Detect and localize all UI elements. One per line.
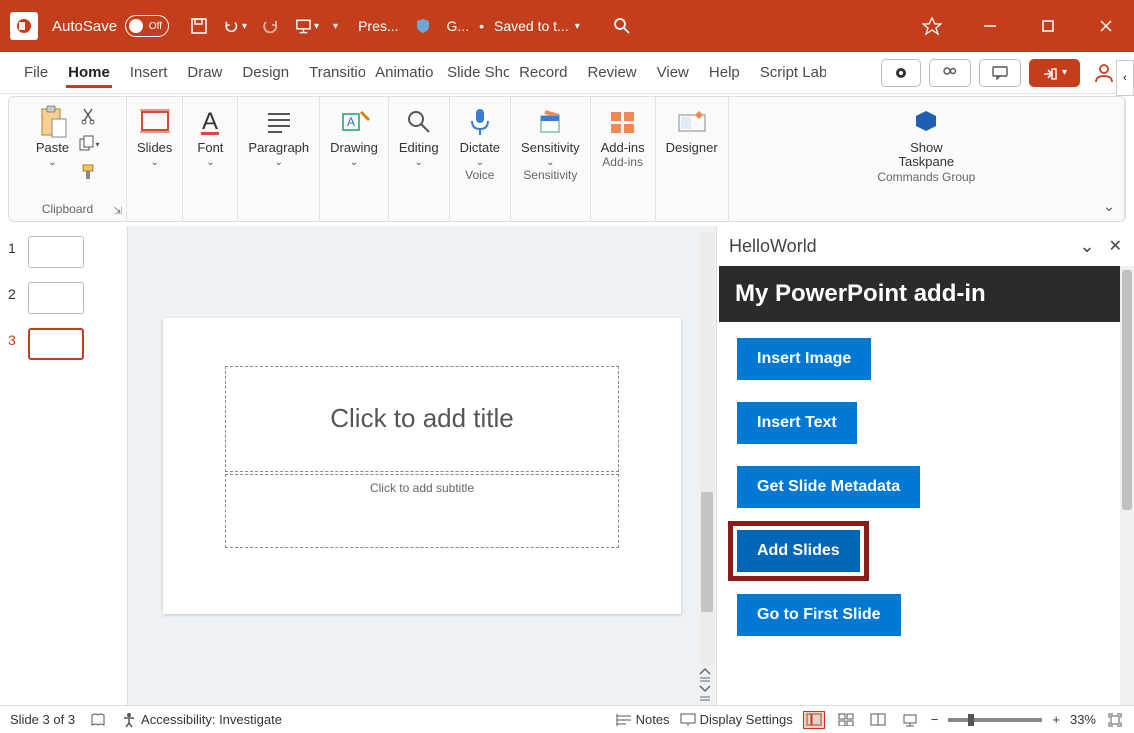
premium-icon[interactable] — [920, 14, 944, 38]
thumbnail-panel: 1 2 3 — [0, 226, 128, 705]
designer-button[interactable]: Designer — [666, 101, 718, 155]
zoom-in-icon[interactable]: + — [1052, 712, 1060, 727]
format-painter-icon[interactable] — [78, 161, 100, 183]
title-bar: AutoSave Off ▾ ▾ ▾ Pres... G... • Saved … — [0, 0, 1134, 52]
thumb-3[interactable]: 3 — [8, 328, 119, 360]
redo-icon[interactable] — [259, 14, 283, 38]
tab-help[interactable]: Help — [699, 52, 750, 94]
tab-home[interactable]: Home — [58, 52, 120, 94]
status-bar: Slide 3 of 3 Accessibility: Investigate … — [0, 705, 1134, 733]
notes-button[interactable]: Notes — [616, 712, 670, 727]
sensitivity-button[interactable]: Sensitivity⌄ — [521, 101, 580, 168]
slide-canvas[interactable]: Click to add title Click to add subtitle — [163, 318, 681, 614]
sensitivity-label: G... — [447, 18, 470, 34]
add-slides-button[interactable]: Add Slides — [737, 530, 860, 572]
maximize-button[interactable] — [1030, 8, 1066, 44]
autosave-label: AutoSave — [52, 18, 117, 35]
paragraph-button[interactable]: Paragraph⌄ — [248, 101, 309, 168]
search-icon[interactable] — [610, 14, 634, 38]
minimize-button[interactable] — [972, 8, 1008, 44]
autosave-toggle[interactable]: AutoSave Off — [52, 15, 169, 37]
comments-pill[interactable] — [979, 59, 1021, 87]
copy-icon[interactable]: ▾ — [78, 133, 100, 155]
tab-transitions[interactable]: Transitio — [299, 52, 365, 94]
saved-chevron-icon[interactable]: ▾ — [575, 21, 580, 32]
qat-more-icon[interactable]: ▾ — [333, 21, 338, 32]
taskpane-scrollbar[interactable] — [1120, 266, 1134, 705]
subtitle-placeholder[interactable]: Click to add subtitle — [225, 474, 619, 548]
display-settings-button[interactable]: Display Settings — [680, 712, 793, 727]
share-pill[interactable]: ▾ — [1029, 59, 1080, 87]
thumb-1[interactable]: 1 — [8, 236, 119, 268]
tab-slideshow[interactable]: Slide Sho — [437, 52, 509, 94]
slide-canvas-area: Click to add title Click to add subtitle — [128, 226, 716, 705]
font-button[interactable]: AFont⌄ — [193, 101, 227, 168]
teams-pill[interactable] — [929, 59, 971, 87]
shield-icon[interactable] — [411, 14, 435, 38]
taskpane-close-icon[interactable]: ✕ — [1109, 236, 1122, 257]
dot: • — [479, 18, 484, 34]
taskpane-content: My PowerPoint add-in Insert Image Insert… — [719, 266, 1120, 705]
task-pane: HelloWorld ⌄ ✕ My PowerPoint add-in Inse… — [716, 226, 1134, 705]
ribbon-tabs: File Home Insert Draw Design Transitio A… — [0, 52, 1134, 94]
zoom-out-icon[interactable]: − — [931, 712, 939, 727]
tab-scriptlab[interactable]: Script Lab — [750, 52, 826, 94]
tab-file[interactable]: File — [14, 52, 58, 94]
doc-name[interactable]: Pres... — [358, 18, 398, 34]
get-slide-metadata-button[interactable]: Get Slide Metadata — [737, 466, 920, 508]
tab-animations[interactable]: Animatio — [365, 52, 437, 94]
slides-button[interactable]: Slides⌄ — [137, 101, 172, 168]
fit-window-icon[interactable] — [1106, 711, 1124, 729]
paste-button[interactable]: Paste ⌄ — [36, 101, 70, 168]
slide-nav-arrows[interactable] — [698, 666, 712, 701]
zoom-slider[interactable] — [948, 718, 1042, 722]
insert-image-button[interactable]: Insert Image — [737, 338, 871, 380]
tab-insert[interactable]: Insert — [120, 52, 178, 94]
accessibility-button[interactable]: Accessibility: Investigate — [121, 712, 282, 728]
taskpane-title: HelloWorld — [729, 236, 817, 257]
drawing-button[interactable]: ADrawing⌄ — [330, 101, 378, 168]
addins-button[interactable]: Add-ins — [601, 101, 645, 155]
zoom-label[interactable]: 33% — [1070, 712, 1096, 727]
svg-text:A: A — [347, 115, 355, 129]
normal-view-icon[interactable] — [803, 711, 825, 729]
clipboard-launcher-icon[interactable]: ⇲ — [114, 206, 122, 217]
slideshow-view-icon[interactable] — [899, 711, 921, 729]
close-button[interactable] — [1088, 8, 1124, 44]
ribbon: Paste ⌄ ▾ Clipboard ⇲ Slides⌄ AFont⌄ Par… — [8, 96, 1126, 222]
addin-title: My PowerPoint add-in — [719, 266, 1120, 322]
present-icon[interactable]: ▾ — [295, 14, 319, 38]
saved-status[interactable]: Saved to t... — [494, 18, 569, 34]
sorter-view-icon[interactable] — [835, 711, 857, 729]
work-area: 1 2 3 Click to add title Click to add su… — [0, 226, 1134, 705]
thumb-2[interactable]: 2 — [8, 282, 119, 314]
reading-view-icon[interactable] — [867, 711, 889, 729]
cut-icon[interactable] — [78, 105, 100, 127]
title-placeholder[interactable]: Click to add title — [225, 366, 619, 472]
tab-design[interactable]: Design — [232, 52, 299, 94]
slide-indicator[interactable]: Slide 3 of 3 — [10, 712, 75, 727]
record-pill[interactable] — [881, 59, 921, 87]
ribbon-collapse-icon[interactable]: ⌄ — [1103, 198, 1115, 215]
taskpane-header: HelloWorld ⌄ ✕ — [717, 226, 1134, 266]
save-icon[interactable] — [187, 14, 211, 38]
tab-view[interactable]: View — [647, 52, 699, 94]
svg-text:A: A — [202, 108, 218, 135]
tab-record[interactable]: Record — [509, 52, 577, 94]
taskpane-side-tab[interactable]: ‹ — [1116, 60, 1134, 96]
dictate-button[interactable]: Dictate⌄ — [460, 101, 500, 168]
taskpane-dropdown-icon[interactable]: ⌄ — [1080, 236, 1095, 257]
show-taskpane-button[interactable]: Show Taskpane — [891, 101, 961, 170]
insert-text-button[interactable]: Insert Text — [737, 402, 857, 444]
editing-button[interactable]: Editing⌄ — [399, 101, 439, 168]
app-icon — [10, 12, 38, 40]
go-to-first-slide-button[interactable]: Go to First Slide — [737, 594, 901, 636]
undo-icon[interactable]: ▾ — [223, 14, 247, 38]
book-icon[interactable] — [89, 711, 107, 729]
tab-draw[interactable]: Draw — [177, 52, 232, 94]
vertical-scrollbar[interactable] — [700, 232, 714, 665]
tab-review[interactable]: Review — [577, 52, 646, 94]
